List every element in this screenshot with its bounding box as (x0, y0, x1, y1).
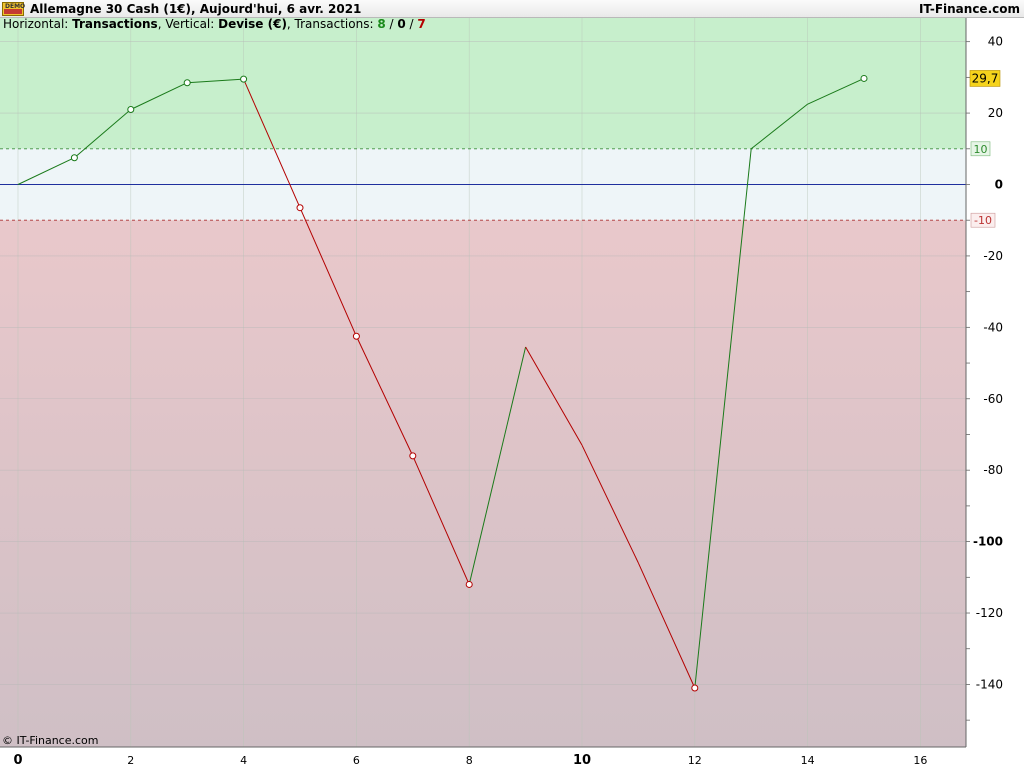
y-tick-label: 40 (988, 35, 1003, 49)
data-point (860, 74, 868, 82)
lower-zone-label: -10 (974, 214, 992, 227)
y-tick-label: -40 (983, 320, 1003, 334)
y-tick-label: 0 (995, 178, 1003, 192)
data-point (70, 154, 78, 162)
copyright: © IT-Finance.com (2, 734, 99, 747)
x-tick-label: 8 (466, 754, 473, 767)
horizontal-value: Transactions (72, 17, 158, 31)
data-point (296, 204, 304, 212)
data-point (691, 684, 699, 692)
y-tick-label: 20 (988, 106, 1003, 120)
neutral-count: 0 (397, 17, 406, 31)
brand-name: IT-Finance.com (918, 2, 1020, 16)
y-tick-label: -120 (976, 606, 1003, 620)
separator: / (385, 17, 398, 31)
x-tick-label: 2 (127, 754, 134, 767)
data-point (183, 79, 191, 87)
x-tick-label: 4 (240, 754, 247, 767)
y-tick-label: -140 (976, 677, 1003, 691)
x-tick-label: 10 (573, 753, 591, 768)
lower-zone (0, 220, 966, 747)
horizontal-label: Horizontal: (3, 17, 73, 31)
separator: / (405, 17, 418, 31)
demo-badge-icon: DEMO (2, 2, 25, 16)
y-tick-label: -20 (983, 249, 1003, 263)
x-tick-label: 16 (913, 754, 927, 767)
upper-zone-label: 10 (974, 143, 988, 156)
chart-subtitle: Horizontal: Transactions, Vertical: Devi… (3, 17, 426, 31)
x-tick-label: 6 (353, 754, 360, 767)
losses-count: 7 (417, 17, 426, 31)
y-tick-label: -60 (983, 392, 1003, 406)
y-tick-label: -100 (973, 535, 1003, 549)
equity-chart: 40200-20-40-60-80-100-120-1400 2 4 6 8 10 12 14… (0, 18, 1003, 768)
y-tick-label: -80 (983, 463, 1003, 477)
upper-zone (0, 18, 966, 149)
x-tick-label: 0 (13, 753, 22, 768)
x-tick-label: 14 (801, 754, 815, 767)
data-point (240, 75, 248, 83)
wins-count: 8 (377, 17, 386, 31)
last-value-label: 29,7 (972, 71, 999, 85)
data-point (465, 580, 473, 588)
title-bar: DEMO Allemagne 30 Cash (1€), Aujourd'hui… (0, 0, 1024, 18)
vertical-label: , Vertical: (157, 17, 219, 31)
data-point (352, 332, 360, 340)
chart-title: Allemagne 30 Cash (1€), Aujourd'hui, 6 a… (30, 2, 362, 16)
transactions-label: , Transactions: (286, 17, 378, 31)
data-point (409, 452, 417, 460)
x-tick-label: 12 (688, 754, 702, 767)
data-point (127, 106, 135, 114)
vertical-value: Devise (€) (218, 17, 287, 31)
